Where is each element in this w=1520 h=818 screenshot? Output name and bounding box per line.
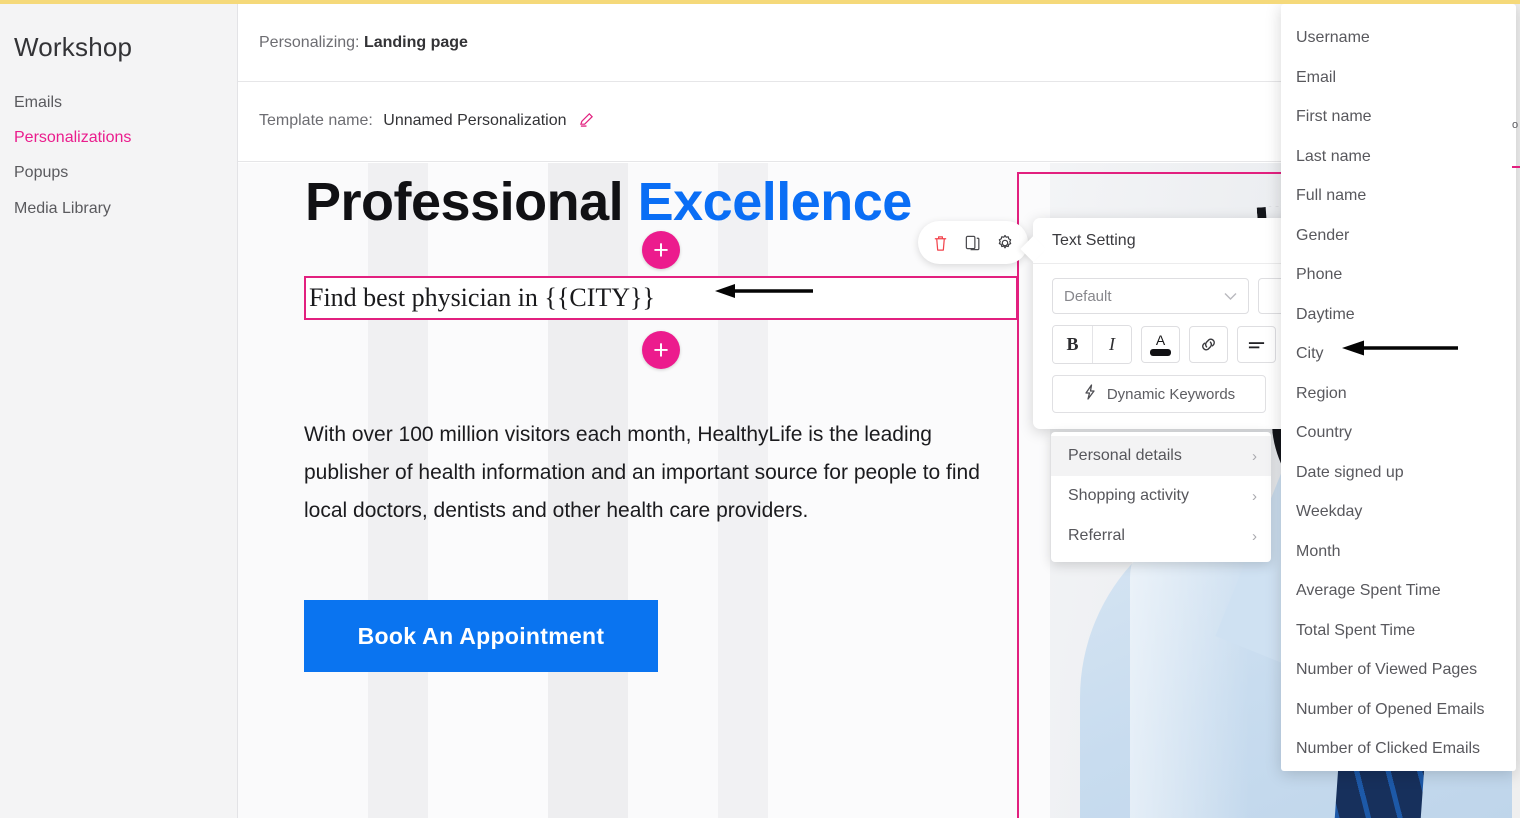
text-setting-panel: Text Setting Default B I A Dynamic Keywo…	[1020, 218, 1301, 429]
field-item-number-of-opened-emails[interactable]: Number of Opened Emails	[1281, 690, 1516, 730]
keyword-category-label: Referral	[1068, 527, 1125, 544]
personalizing-label: Personalizing:	[259, 33, 360, 51]
field-item-number-of-viewed-pages[interactable]: Number of Viewed Pages	[1281, 650, 1516, 690]
font-select[interactable]: Default	[1052, 278, 1249, 314]
field-item-region[interactable]: Region	[1281, 374, 1516, 414]
font-row: Default	[1052, 278, 1301, 314]
font-select-value: Default	[1064, 287, 1112, 305]
sidebar-nav: Emails Personalizations Popups Media Lib…	[0, 85, 237, 226]
template-name-text: Template name: Unnamed Personalization	[259, 112, 594, 132]
chevron-right-icon: ›	[1252, 487, 1257, 505]
duplicate-icon[interactable]	[964, 234, 981, 252]
book-appointment-button[interactable]: Book An Appointment	[304, 600, 658, 672]
keyword-category-referral[interactable]: Referral ›	[1051, 516, 1271, 556]
bold-icon[interactable]: B	[1053, 326, 1092, 363]
sidebar-item-popups[interactable]: Popups	[0, 155, 237, 190]
field-item-last-name[interactable]: Last name	[1281, 137, 1516, 177]
link-icon[interactable]	[1189, 326, 1228, 363]
lightning-icon	[1083, 384, 1097, 404]
field-item-username[interactable]: Username	[1281, 18, 1516, 58]
arrow-to-city-token-icon	[713, 281, 818, 306]
arrow-to-city-field-icon	[1340, 338, 1462, 363]
sidebar-item-emails[interactable]: Emails	[0, 85, 237, 120]
keyword-category-menu: Personal details › Shopping activity › R…	[1051, 432, 1271, 562]
field-item-country[interactable]: Country	[1281, 413, 1516, 453]
keyword-category-label: Personal details	[1068, 447, 1182, 464]
keyword-category-shopping-activity[interactable]: Shopping activity ›	[1051, 476, 1271, 516]
text-color-icon[interactable]: A	[1141, 326, 1180, 363]
field-item-daytime[interactable]: Daytime	[1281, 295, 1516, 335]
field-item-month[interactable]: Month	[1281, 532, 1516, 572]
text-color-swatch	[1150, 348, 1171, 356]
keyword-category-personal-details[interactable]: Personal details ›	[1051, 436, 1271, 476]
field-item-total-spent-time[interactable]: Total Spent Time	[1281, 611, 1516, 651]
personalizing-value: Landing page	[363, 33, 468, 51]
subheading-text: Find best physician in {{CITY}}	[309, 283, 656, 312]
field-item-date-signed-up[interactable]: Date signed up	[1281, 453, 1516, 493]
app-root: Workshop Emails Personalizations Popups …	[0, 0, 1520, 818]
add-block-below-button[interactable]: +	[642, 331, 680, 369]
format-row: B I A	[1052, 325, 1301, 364]
sidebar-item-media-library[interactable]: Media Library	[0, 191, 237, 226]
template-name-label: Template name:	[259, 111, 373, 129]
chevron-right-icon: ›	[1252, 447, 1257, 465]
text-setting-body: Default B I A Dynamic Keywords	[1033, 264, 1301, 429]
personalizing-text: Personalizing: Landing page	[259, 34, 468, 52]
sidebar-title: Workshop	[14, 32, 133, 62]
edge-glyph: o	[1512, 119, 1519, 131]
chevron-down-icon	[1224, 288, 1237, 305]
field-item-first-name[interactable]: First name	[1281, 97, 1516, 137]
chevron-right-icon: ›	[1252, 527, 1257, 545]
text-setting-title: Text Setting	[1033, 218, 1301, 264]
pencil-icon[interactable]	[579, 112, 594, 132]
subheading-text-block[interactable]: Find best physician in {{CITY}}	[304, 276, 1018, 320]
gear-icon[interactable]	[996, 234, 1014, 252]
hero-heading-main: Professional	[305, 172, 624, 232]
field-item-full-name[interactable]: Full name	[1281, 176, 1516, 216]
dynamic-keywords-label: Dynamic Keywords	[1106, 385, 1236, 403]
dynamic-keywords-button[interactable]: Dynamic Keywords	[1052, 375, 1266, 413]
field-item-weekday[interactable]: Weekday	[1281, 492, 1516, 532]
trash-icon[interactable]	[932, 234, 949, 252]
keyword-category-label: Shopping activity	[1068, 487, 1189, 504]
bold-italic-group: B I	[1052, 325, 1132, 364]
top-gold-rule	[0, 0, 1520, 4]
hero-heading: Professional Excellence	[305, 172, 913, 232]
italic-icon[interactable]: I	[1092, 326, 1131, 363]
field-item-phone[interactable]: Phone	[1281, 255, 1516, 295]
field-item-gender[interactable]: Gender	[1281, 216, 1516, 256]
field-item-email[interactable]: Email	[1281, 58, 1516, 98]
field-item-number-of-clicked-emails[interactable]: Number of Clicked Emails	[1281, 729, 1516, 769]
add-block-above-button[interactable]: +	[642, 231, 680, 269]
hero-heading-accent: Excellence	[637, 172, 913, 232]
sidebar: Workshop Emails Personalizations Popups …	[0, 4, 238, 818]
field-item-average-spent-time[interactable]: Average Spent Time	[1281, 571, 1516, 611]
edge-pink-marker	[1512, 166, 1520, 168]
align-icon[interactable]	[1237, 326, 1276, 363]
element-toolbar	[918, 221, 1028, 264]
personal-details-field-menu: Username Email First name Last name Full…	[1281, 4, 1516, 771]
text-color-letter: A	[1155, 331, 1166, 348]
sidebar-item-personalizations[interactable]: Personalizations	[0, 120, 237, 155]
template-name-value: Unnamed Personalization	[383, 111, 567, 129]
hero-body-copy: With over 100 million visitors each mont…	[304, 423, 980, 522]
